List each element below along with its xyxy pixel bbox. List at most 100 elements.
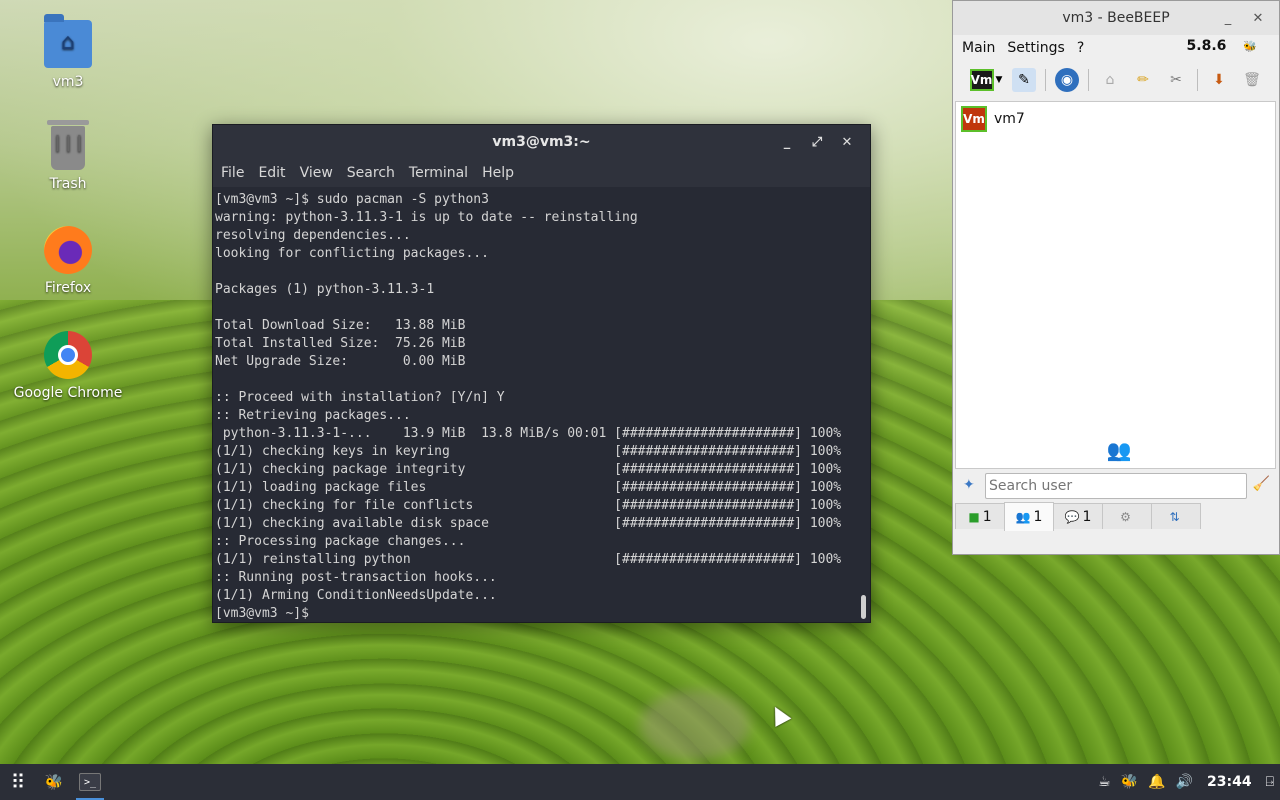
desktop-icon-home[interactable]: vm3 bbox=[8, 14, 128, 90]
edit-profile-button[interactable]: ✎ bbox=[1012, 68, 1036, 92]
user-avatar: Vm bbox=[961, 106, 987, 132]
toolbar-separator bbox=[1197, 69, 1198, 91]
network-icon: ◉ bbox=[1060, 72, 1074, 88]
beebeep-title: vm3 - BeeBEEP bbox=[1062, 10, 1170, 26]
write-button[interactable]: ✏ bbox=[1131, 68, 1155, 92]
terminal-line: (1/1) checking for file conflicts [#####… bbox=[215, 498, 842, 513]
clear-search-icon[interactable]: 🧹 bbox=[1253, 476, 1270, 492]
tab-chat[interactable]: ■ 1 bbox=[955, 503, 1005, 529]
groups-icon: ⚙ bbox=[1120, 509, 1131, 524]
users-icon: 👥 bbox=[1015, 510, 1031, 524]
menu-file[interactable]: File bbox=[221, 165, 244, 181]
clear-button[interactable]: 🗑 bbox=[1240, 68, 1264, 92]
terminal-line: [vm3@vm3 ~]$ sudo pacman -S python3 bbox=[215, 192, 489, 207]
wallpaper-path bbox=[640, 690, 750, 760]
menu-edit[interactable]: Edit bbox=[258, 165, 285, 181]
app-menu-grid-icon[interactable]: ⠿ bbox=[0, 764, 36, 800]
tab-users[interactable]: 👥 1 bbox=[1004, 502, 1054, 531]
trash-icon: 🗑 bbox=[1243, 72, 1261, 88]
toolbar-separator bbox=[1045, 69, 1046, 91]
download-button[interactable]: ⬇ bbox=[1207, 68, 1231, 92]
menu-settings[interactable]: Settings bbox=[1007, 40, 1064, 56]
desktop-icon-firefox[interactable]: Firefox bbox=[8, 226, 128, 296]
bee-icon: 🐝 bbox=[44, 773, 64, 791]
terminal-line: (1/1) reinstalling python [#############… bbox=[215, 552, 842, 567]
send-file-button[interactable]: ⌂ bbox=[1098, 68, 1122, 92]
chrome-icon bbox=[44, 331, 92, 379]
desktop-icon-chrome[interactable]: Google Chrome bbox=[8, 331, 128, 401]
user-list[interactable]: Vm vm7 👥 bbox=[955, 101, 1276, 469]
terminal-line: Net Upgrade Size: 0.00 MiB bbox=[215, 354, 466, 369]
desktop-icon-label: Firefox bbox=[44, 280, 92, 296]
minimize-icon[interactable]: _ bbox=[772, 135, 802, 150]
terminal-line: :: Proceed with installation? [Y/n] Y bbox=[215, 390, 505, 405]
tab-groups[interactable]: ⚙ bbox=[1102, 503, 1152, 529]
beebeep-tabs: ■ 1 👥 1 💬 1 ⚙ ⇅ bbox=[955, 502, 1201, 531]
menu-help[interactable]: Help bbox=[482, 165, 514, 181]
terminal-scrollbar[interactable] bbox=[861, 595, 866, 619]
menu-search[interactable]: Search bbox=[347, 165, 395, 181]
terminal-line: python-3.11.3-1-... 13.9 MiB 13.8 MiB/s … bbox=[215, 426, 842, 441]
beebeep-window[interactable]: vm3 - BeeBEEP _ ✕ Main Settings ? 5.8.6 … bbox=[952, 0, 1280, 555]
terminal-menubar: File Edit View Search Terminal Help bbox=[213, 159, 870, 187]
beebeep-toolbar: Vm ▼ ✎ ◉ ⌂ ✏ ✂ ⬇ 🗑 bbox=[953, 61, 1279, 99]
toolbar-separator bbox=[1088, 69, 1089, 91]
menu-main[interactable]: Main bbox=[962, 40, 995, 56]
tab-share[interactable]: ⇅ bbox=[1151, 503, 1201, 529]
pencil-icon: ✏ bbox=[1137, 72, 1149, 88]
terminal-line: [vm3@vm3 ~]$ bbox=[215, 606, 317, 621]
bell-icon[interactable]: 🔔 bbox=[1148, 774, 1165, 790]
beebeep-menubar: Main Settings ? 5.8.6 🐝 bbox=[953, 35, 1279, 61]
terminal-title: vm3@vm3:~ bbox=[492, 134, 591, 150]
desktop-icon-label: vm3 bbox=[52, 74, 84, 90]
maximize-icon[interactable]: ⤢ bbox=[802, 135, 832, 150]
bee-tray-icon[interactable]: 🐝 bbox=[1121, 774, 1138, 790]
volume-icon[interactable]: 🔊 bbox=[1176, 774, 1193, 790]
terminal-line: resolving dependencies... bbox=[215, 228, 411, 243]
menu-view[interactable]: View bbox=[300, 165, 333, 181]
terminal-line: :: Processing package changes... bbox=[215, 534, 466, 549]
version-label: 5.8.6 🐝 bbox=[1186, 38, 1257, 54]
coffee-icon[interactable]: ☕ bbox=[1098, 774, 1111, 790]
minimize-icon[interactable]: _ bbox=[1213, 11, 1243, 26]
taskbar-beebeep[interactable]: 🐝 bbox=[36, 764, 72, 800]
chevron-down-icon: ▼ bbox=[995, 75, 1003, 85]
close-icon[interactable]: ✕ bbox=[1243, 11, 1273, 26]
user-list-item[interactable]: Vm vm7 bbox=[956, 102, 1275, 136]
filter-icon[interactable]: ✦ bbox=[963, 477, 975, 493]
terminal-line: (1/1) checking available disk space [###… bbox=[215, 516, 842, 531]
terminal-line: looking for conflicting packages... bbox=[215, 246, 489, 261]
terminal-line: (1/1) checking keys in keyring [########… bbox=[215, 444, 842, 459]
trash-icon bbox=[47, 120, 89, 170]
desktop-icon-trash[interactable]: Trash bbox=[8, 120, 128, 192]
menu-help[interactable]: ? bbox=[1077, 40, 1084, 56]
menu-terminal[interactable]: Terminal bbox=[409, 165, 468, 181]
clock[interactable]: 23:44 bbox=[1207, 774, 1252, 790]
close-icon[interactable]: ✕ bbox=[832, 135, 862, 150]
my-status-button[interactable]: Vm ▼ bbox=[969, 68, 1003, 92]
desktop-icon-label: Google Chrome bbox=[13, 385, 123, 401]
terminal-line: (1/1) loading package files [###########… bbox=[215, 480, 842, 495]
search-user-input[interactable] bbox=[985, 473, 1247, 499]
logout-icon[interactable]: ⍈ bbox=[1266, 774, 1274, 790]
home-folder-icon bbox=[44, 14, 92, 68]
profile-icon: ✎ bbox=[1018, 72, 1030, 88]
desktop-icon-label: Trash bbox=[49, 176, 87, 192]
terminal-window[interactable]: vm3@vm3:~ _ ⤢ ✕ File Edit View Search Te… bbox=[212, 124, 871, 623]
terminal-icon: >_ bbox=[79, 773, 101, 791]
beebeep-titlebar[interactable]: vm3 - BeeBEEP _ ✕ bbox=[953, 1, 1279, 35]
chat-screen-icon: ■ bbox=[968, 509, 980, 524]
terminal-titlebar[interactable]: vm3@vm3:~ _ ⤢ ✕ bbox=[213, 125, 870, 159]
terminal-line: Total Download Size: 13.88 MiB bbox=[215, 318, 466, 333]
terminal-output[interactable]: [vm3@vm3 ~]$ sudo pacman -S python3 warni… bbox=[213, 189, 870, 622]
taskbar-terminal[interactable]: >_ bbox=[72, 764, 108, 800]
tools-button[interactable]: ✂ bbox=[1164, 68, 1188, 92]
user-badge-icon: Vm bbox=[969, 69, 994, 91]
network-button[interactable]: ◉ bbox=[1055, 68, 1079, 92]
users-emblem-icon: 👥 bbox=[1106, 438, 1132, 462]
tab-chats[interactable]: 💬 1 bbox=[1053, 503, 1103, 529]
download-icon: ⬇ bbox=[1213, 72, 1225, 88]
